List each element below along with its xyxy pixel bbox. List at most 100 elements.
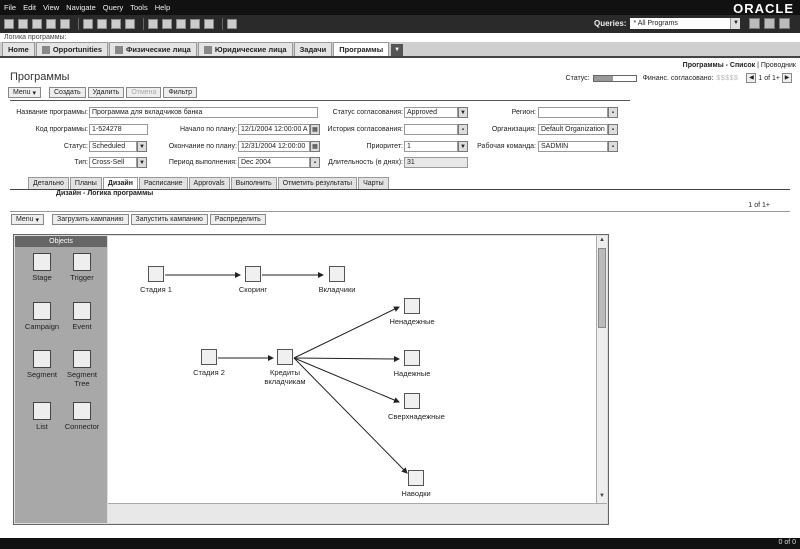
chevron-down-icon[interactable]: ▼ bbox=[458, 141, 468, 152]
scroll-up-icon[interactable]: ▲ bbox=[599, 237, 605, 243]
tab-tasks[interactable]: Задачи bbox=[293, 42, 333, 56]
tab-companies[interactable]: Юридические лица bbox=[197, 42, 293, 56]
stage-node[interactable]: Стадия 2 bbox=[184, 349, 234, 377]
menu-file[interactable]: File bbox=[4, 3, 16, 12]
tab-plans[interactable]: Планы bbox=[69, 177, 102, 189]
list-node[interactable]: Наводки bbox=[388, 470, 444, 498]
explorer-link[interactable]: Проводник bbox=[761, 62, 796, 69]
programs-list-link[interactable]: Программы - Список bbox=[683, 62, 755, 69]
period-field[interactable]: Dec 2004 bbox=[238, 157, 310, 168]
program-code-field[interactable]: 1-524278 bbox=[89, 124, 148, 135]
calendar-icon[interactable]: ▦ bbox=[310, 141, 320, 152]
save-icon[interactable] bbox=[32, 19, 42, 29]
history-field[interactable] bbox=[404, 124, 458, 135]
menu-query[interactable]: Query bbox=[103, 3, 123, 12]
tab-schedule[interactable]: Расписание bbox=[138, 177, 188, 189]
queries-select[interactable]: * All Programs ▼ bbox=[630, 18, 741, 29]
menu-navigate[interactable]: Navigate bbox=[66, 3, 96, 12]
palette-segment[interactable]: Segment bbox=[22, 350, 62, 379]
tab-home[interactable]: Home bbox=[2, 42, 35, 56]
tab-approvals[interactable]: Approvals bbox=[188, 177, 230, 189]
segment-node[interactable]: Ненадежные bbox=[380, 298, 444, 326]
chevron-down-icon[interactable]: ▼ bbox=[137, 157, 147, 168]
palette-event[interactable]: Event bbox=[62, 302, 102, 331]
palette-trigger[interactable]: Trigger bbox=[62, 253, 102, 282]
picker-icon[interactable]: ▪ bbox=[608, 124, 618, 135]
palette-list[interactable]: List bbox=[22, 402, 62, 431]
chevron-down-icon[interactable]: ▼ bbox=[391, 44, 404, 56]
paste-icon[interactable] bbox=[111, 19, 121, 29]
menu-edit[interactable]: Edit bbox=[23, 3, 36, 12]
stage-node[interactable]: Стадия 1 bbox=[132, 266, 180, 294]
cancel-button[interactable]: Отмена bbox=[126, 87, 162, 98]
user-icon[interactable] bbox=[227, 19, 237, 29]
picker-icon[interactable]: ▪ bbox=[458, 124, 468, 135]
chevron-down-icon[interactable]: ▼ bbox=[730, 18, 741, 29]
previous-icon[interactable]: ◀ bbox=[746, 73, 757, 83]
close-icon[interactable] bbox=[779, 18, 790, 29]
palette-segment-tree[interactable]: Segment Tree bbox=[62, 350, 102, 388]
delete-icon[interactable] bbox=[125, 19, 135, 29]
tab-execute[interactable]: Выполнить bbox=[230, 177, 277, 189]
undo-icon[interactable] bbox=[46, 19, 56, 29]
tab-individuals[interactable]: Физические лица bbox=[109, 42, 197, 56]
picker-icon[interactable]: ▪ bbox=[608, 107, 618, 118]
search-options-icon[interactable] bbox=[764, 18, 775, 29]
spell-icon[interactable] bbox=[176, 19, 186, 29]
vertical-scrollbar[interactable]: ▲ ▼ bbox=[596, 236, 607, 503]
org-field[interactable]: Default Organization bbox=[538, 124, 608, 135]
chevron-down-icon[interactable]: ▼ bbox=[137, 141, 147, 152]
palette-campaign[interactable]: Campaign bbox=[22, 302, 62, 331]
tab-design[interactable]: Дизайн bbox=[102, 177, 138, 189]
campaign-node[interactable]: Скоринг bbox=[228, 266, 278, 294]
campaign-node[interactable]: Кредиты вкладчикам bbox=[256, 349, 314, 386]
program-flow-diagram[interactable]: Стадия 1 Скоринг Вкладчики Стадия 2 Кред… bbox=[108, 236, 596, 503]
delete-button[interactable]: Удалить bbox=[87, 87, 125, 98]
approval-field[interactable]: Approved bbox=[404, 107, 458, 118]
tab-details[interactable]: Детально bbox=[28, 177, 69, 189]
scroll-down-icon[interactable]: ▼ bbox=[599, 493, 605, 499]
palette-stage[interactable]: Stage bbox=[22, 253, 62, 282]
type-field[interactable]: Cross-Sell bbox=[89, 157, 137, 168]
segment-node[interactable]: Надежные bbox=[380, 350, 444, 378]
check-icon[interactable] bbox=[162, 19, 172, 29]
menu-button[interactable]: Menu ▾ bbox=[8, 87, 41, 98]
launch-campaign-button[interactable]: Запустить кампанию bbox=[130, 214, 208, 225]
attach-icon[interactable] bbox=[204, 19, 214, 29]
applet-menu-button[interactable]: Menu ▾ bbox=[11, 214, 44, 225]
refresh-icon[interactable] bbox=[60, 19, 70, 29]
picker-icon[interactable]: ▪ bbox=[608, 141, 618, 152]
program-name-field[interactable]: Программа для вкладчиков банка bbox=[89, 107, 318, 118]
chevron-down-icon[interactable]: ▼ bbox=[458, 107, 468, 118]
edit-icon[interactable] bbox=[148, 19, 158, 29]
search-icon[interactable] bbox=[749, 18, 760, 29]
tab-charts[interactable]: Чарты bbox=[358, 177, 389, 189]
create-button[interactable]: Создать bbox=[48, 87, 86, 98]
record-icon[interactable] bbox=[190, 19, 200, 29]
priority-field[interactable]: 1 bbox=[404, 141, 458, 152]
palette-connector[interactable]: Connector bbox=[62, 402, 102, 431]
menu-tools[interactable]: Tools bbox=[130, 3, 148, 12]
menu-view[interactable]: View bbox=[43, 3, 59, 12]
scrollbar-thumb[interactable] bbox=[598, 248, 606, 328]
next-icon[interactable]: ▶ bbox=[782, 73, 792, 83]
copy-icon[interactable] bbox=[97, 19, 107, 29]
new-record-icon[interactable] bbox=[4, 19, 14, 29]
tab-opportunities[interactable]: Opportunities bbox=[35, 42, 109, 56]
segment-node[interactable]: Сверхнадежные bbox=[388, 393, 445, 421]
menu-help[interactable]: Help bbox=[155, 3, 170, 12]
start-date-field[interactable]: 12/1/2004 12:00:00 A bbox=[238, 124, 310, 135]
segment-node[interactable]: Вкладчики bbox=[308, 266, 366, 294]
team-field[interactable]: SADMIN bbox=[538, 141, 608, 152]
cut-icon[interactable] bbox=[83, 19, 93, 29]
new-query-icon[interactable] bbox=[18, 19, 28, 29]
load-campaign-button[interactable]: Загрузить кампанию bbox=[51, 214, 129, 225]
end-date-field[interactable]: 12/31/2004 12:00:00 bbox=[238, 141, 310, 152]
filter-button[interactable]: Фильтр bbox=[163, 87, 197, 98]
tab-programs[interactable]: Программы bbox=[333, 42, 390, 56]
region-field[interactable] bbox=[538, 107, 608, 118]
status-field[interactable]: Scheduled bbox=[89, 141, 137, 152]
distribute-button[interactable]: Распределить bbox=[209, 214, 266, 225]
calendar-icon[interactable]: ▦ bbox=[310, 124, 320, 135]
tab-record-results[interactable]: Отметить результаты bbox=[277, 177, 358, 189]
